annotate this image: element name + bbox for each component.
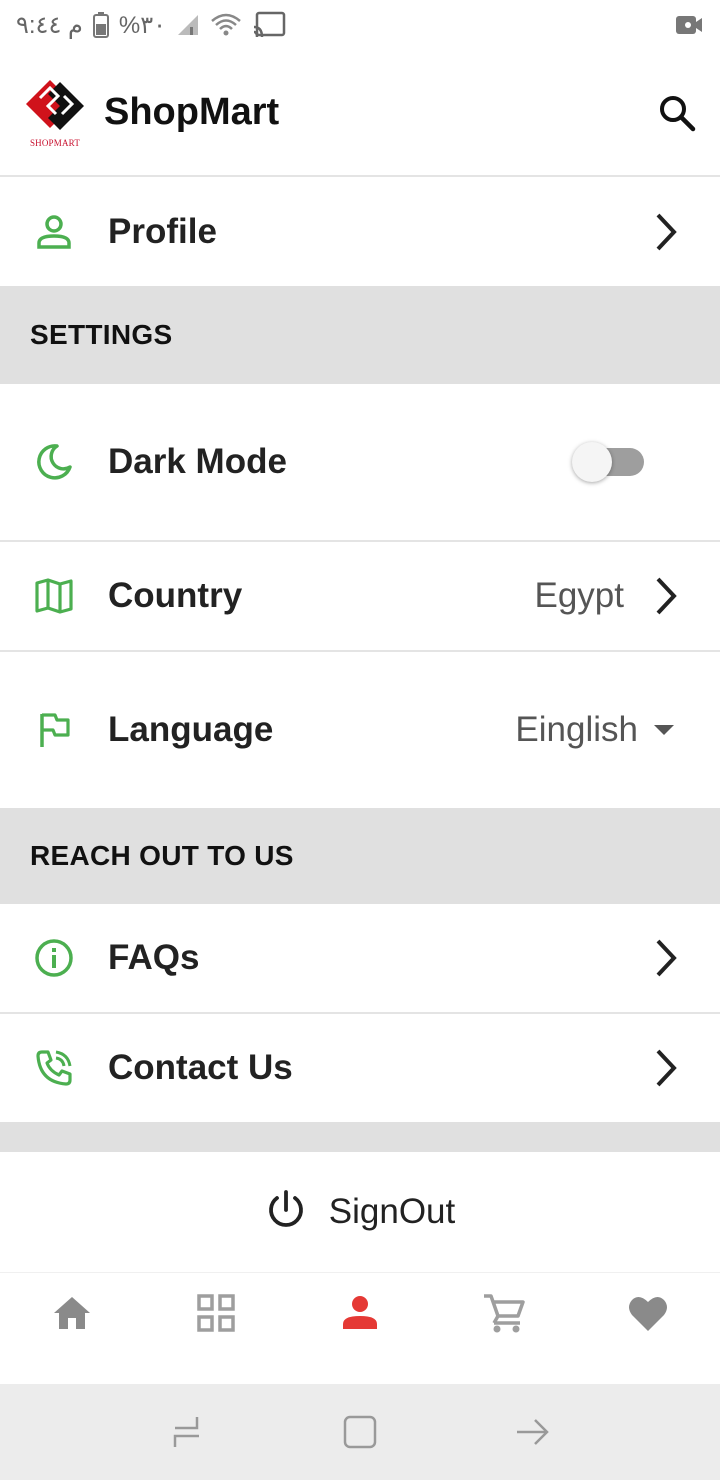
faqs-row[interactable]: FAQs bbox=[0, 904, 720, 1014]
back-arrow-icon bbox=[517, 1419, 550, 1445]
app-title: ShopMart bbox=[104, 91, 280, 133]
video-record-icon bbox=[674, 13, 704, 37]
dark-mode-toggle[interactable] bbox=[572, 440, 644, 484]
dark-mode-label: Dark Mode bbox=[108, 442, 287, 481]
status-time: م ٩:٤٤ bbox=[16, 11, 83, 39]
faqs-label: FAQs bbox=[108, 938, 200, 977]
info-icon bbox=[30, 934, 78, 982]
signout-label: SignOut bbox=[328, 1192, 456, 1231]
country-label: Country bbox=[108, 576, 243, 615]
status-bar: م ٩:٤٤ %٣٠ bbox=[0, 0, 720, 50]
chevron-right-icon bbox=[646, 934, 686, 982]
signout-button[interactable]: SignOut bbox=[0, 1152, 720, 1272]
search-button[interactable] bbox=[652, 88, 702, 138]
home-square-icon bbox=[343, 1415, 377, 1449]
battery-icon bbox=[92, 12, 109, 38]
status-left: م ٩:٤٤ %٣٠ bbox=[16, 11, 286, 40]
language-label: Language bbox=[108, 710, 274, 749]
dark-mode-row: Dark Mode bbox=[0, 384, 720, 542]
dropdown-arrow-icon bbox=[654, 725, 674, 735]
person-icon bbox=[30, 208, 78, 256]
cast-icon bbox=[252, 11, 286, 39]
nav-cart[interactable] bbox=[432, 1273, 576, 1353]
language-row[interactable]: Language Einglish bbox=[0, 652, 720, 808]
nav-home[interactable] bbox=[0, 1273, 144, 1353]
flag-icon bbox=[30, 706, 78, 754]
bottom-nav bbox=[0, 1272, 720, 1384]
profile-row[interactable]: Profile bbox=[0, 178, 720, 286]
settings-header: SETTINGS bbox=[0, 286, 720, 384]
map-icon bbox=[30, 572, 78, 620]
logo-icon[interactable]: SHOPMART bbox=[24, 76, 86, 150]
moon-icon bbox=[30, 438, 78, 486]
section-spacer bbox=[0, 1122, 720, 1152]
cart-icon bbox=[484, 1294, 525, 1333]
battery-percent: %٣٠ bbox=[118, 11, 166, 39]
wifi-icon bbox=[210, 12, 242, 38]
power-icon bbox=[265, 1189, 307, 1236]
home-icon bbox=[54, 1297, 90, 1329]
language-value: Einglish bbox=[515, 710, 638, 749]
logo-text: SHOPMART bbox=[29, 137, 81, 148]
system-nav-bar bbox=[0, 1384, 720, 1480]
chevron-right-icon bbox=[646, 1044, 686, 1092]
reach-out-header: REACH OUT TO US bbox=[0, 808, 720, 904]
status-right bbox=[674, 13, 704, 37]
search-icon bbox=[660, 95, 696, 131]
person-icon bbox=[343, 1296, 377, 1329]
country-row[interactable]: Country Egypt bbox=[0, 542, 720, 652]
recent-apps-button[interactable] bbox=[157, 1402, 217, 1462]
profile-label: Profile bbox=[108, 212, 217, 251]
toggle-thumb bbox=[572, 442, 612, 482]
phone-icon bbox=[30, 1044, 78, 1092]
nav-profile[interactable] bbox=[288, 1273, 432, 1353]
home-system-button[interactable] bbox=[330, 1402, 390, 1462]
country-value: Egypt bbox=[534, 576, 625, 615]
grid-icon bbox=[197, 1294, 235, 1332]
signal-icon bbox=[176, 13, 200, 37]
nav-categories[interactable] bbox=[144, 1273, 288, 1353]
nav-favorites[interactable] bbox=[576, 1273, 720, 1353]
contact-us-row[interactable]: Contact Us bbox=[0, 1014, 720, 1122]
recent-apps-icon bbox=[173, 1417, 199, 1447]
contact-us-label: Contact Us bbox=[108, 1048, 293, 1087]
back-button[interactable] bbox=[503, 1402, 563, 1462]
chevron-right-icon bbox=[646, 572, 686, 620]
app-bar: SHOPMART ShopMart bbox=[0, 50, 720, 177]
chevron-right-icon bbox=[646, 208, 686, 256]
heart-icon bbox=[629, 1296, 667, 1331]
